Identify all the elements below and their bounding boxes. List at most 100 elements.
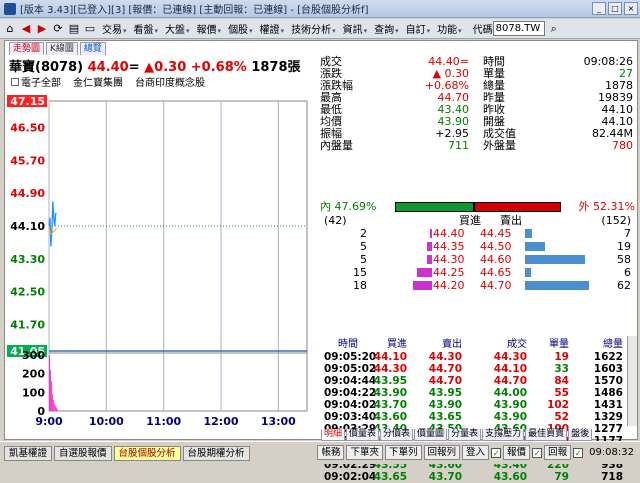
inner-ratio-bar <box>395 202 474 212</box>
tab-overview[interactable]: 總覽 <box>79 42 106 55</box>
tick-row[interactable]: 09:04:02 43.70 43.90 43.90 102 1431 <box>320 399 637 411</box>
print-icon[interactable]: ▤ <box>68 22 80 35</box>
menu-stock[interactable]: 個股 <box>226 21 255 36</box>
quote-status: 報價 <box>503 445 531 460</box>
tick-row[interactable]: 09:04:22 43.90 43.95 44.00 55 1486 <box>320 387 637 399</box>
concept-india[interactable]: 台商印度概念股 <box>135 74 205 89</box>
tick-deal: 44.70 <box>493 375 527 387</box>
tick-row[interactable]: 09:03:40 43.60 43.65 43.90 52 1329 <box>320 411 637 423</box>
col-ask: 賣出 <box>442 339 462 350</box>
order-book-row[interactable]: 18 44.20 44.70 62 <box>320 279 637 292</box>
intraday-trend-chart: 9:00 10:00 11:00 12:00 13:0047.1546.5045.704… <box>7 95 308 428</box>
tick-ask: 44.30 <box>428 351 462 363</box>
concept-kinpo-group[interactable]: 金仁寶集團 <box>73 74 123 89</box>
taskbar-kgi-warrant[interactable]: 凱基權證 <box>4 445 53 461</box>
menu-trade[interactable]: 交易 <box>100 21 129 36</box>
order-book-row[interactable]: 15 44.25 44.65 6 <box>320 266 637 279</box>
quote-row: 振幅 +2.95 成交值 82.44M <box>320 128 637 140</box>
bid-price: 44.20 <box>433 279 465 292</box>
tab-price-distribution[interactable]: 分價表 <box>380 429 414 441</box>
tab-after-hours[interactable]: 盤後 <box>568 429 593 441</box>
folder-icon[interactable]: ▭ <box>84 22 96 35</box>
back-icon[interactable]: ◀ <box>20 22 32 35</box>
order-book-row[interactable]: 5 44.30 44.60 58 <box>320 253 637 266</box>
price-tick-label: 44.10 <box>10 220 45 233</box>
taskbar-watchlist[interactable]: 自選股報價 <box>54 445 112 461</box>
ask-total: (152) <box>601 214 631 227</box>
tick-ask: 44.70 <box>428 363 462 375</box>
tick-single-vol: 79 <box>554 471 569 483</box>
tick-row[interactable]: 09:04:44 43.95 44.70 44.70 84 1570 <box>320 375 637 387</box>
quote-check-icon: ✓ <box>532 447 543 458</box>
tick-deal: 43.90 <box>493 399 527 411</box>
order-book-row[interactable]: 5 44.35 44.50 19 <box>320 240 637 253</box>
bid-qty: 5 <box>360 253 367 266</box>
stock-code-input[interactable] <box>492 21 545 36</box>
report-bar-button[interactable]: 回報列 <box>423 445 461 460</box>
concept-electronics[interactable]: 電子全部 <box>11 74 61 89</box>
forward-icon[interactable]: ▶ <box>36 22 48 35</box>
menu-technical[interactable]: 技術分析 <box>289 21 338 36</box>
tab-trend-chart[interactable]: 走勢圖 <box>9 42 45 55</box>
ask-qty: 19 <box>617 240 631 253</box>
quote-row: 均價 43.90 開盤 44.10 <box>320 116 637 128</box>
tick-single-vol: 84 <box>554 375 569 387</box>
tick-ask: 44.70 <box>428 375 462 387</box>
toolbar: ⌂ ◀ ▶ ⟳ ▤ ▭ 交易 看盤 大盤 報價 個股 權證 技術分析 資訊 查詢… <box>0 19 640 39</box>
close-icon[interactable]: × <box>624 2 638 15</box>
tick-bid: 43.60 <box>373 411 407 423</box>
ask-qty: 62 <box>617 279 631 292</box>
x-tick-label: 13:00 <box>261 415 296 428</box>
tab-kline-chart[interactable]: K線圖 <box>46 42 78 55</box>
tab-price-volume-table[interactable]: 價量表 <box>346 429 380 441</box>
report-status: 回報 <box>544 445 572 460</box>
tick-row[interactable]: 09:05:02 44.30 44.70 44.10 33 1603 <box>320 363 637 375</box>
search-icon[interactable]: ⌕ <box>548 22 560 35</box>
menu-custom[interactable]: 自訂 <box>404 21 433 36</box>
tick-deal: 43.60 <box>493 471 527 483</box>
order-folder-button[interactable]: 下單夾 <box>346 445 383 460</box>
tick-row[interactable]: 09:05:20 44.10 44.30 44.30 19 1622 <box>320 351 637 363</box>
maximize-icon[interactable]: □ <box>608 2 622 15</box>
tab-detail[interactable]: 明細 <box>321 429 346 441</box>
tick-ask: 43.65 <box>428 411 462 423</box>
minimize-icon[interactable]: _ <box>592 2 606 15</box>
tab-price-volume-chart[interactable]: 價量圖 <box>414 429 448 441</box>
tick-time: 09:04:22 <box>324 387 377 399</box>
menu-query[interactable]: 查詢 <box>372 21 401 36</box>
tick-bid: 43.95 <box>373 375 407 387</box>
tick-deal: 44.30 <box>493 351 527 363</box>
tab-volume-distribution[interactable]: 分量表 <box>448 429 482 441</box>
quote-panel: 成交 44.40= 時間 09:08:26 漲跌 ▲ 0.30 單量 27 漲跌幅 +0.68% 總… <box>320 56 637 483</box>
bid-qty: 15 <box>353 266 367 279</box>
tab-support-resistance[interactable]: 支撐壓力 <box>482 429 525 441</box>
x-tick-label: 10:00 <box>89 415 124 428</box>
order-bar-button[interactable]: 下單列 <box>385 445 422 460</box>
tick-bid: 44.10 <box>373 351 407 363</box>
menu-info[interactable]: 資訊 <box>341 21 370 36</box>
tick-row[interactable]: 09:02:04 43.65 43.70 43.60 79 718 <box>320 471 637 483</box>
menu-market[interactable]: 大盤 <box>163 21 192 36</box>
account-button[interactable]: 帳務 <box>317 445 345 460</box>
tick-ask: 43.70 <box>428 471 462 483</box>
tab-best-bid-ask[interactable]: 最佳買賣 <box>525 429 568 441</box>
taskbar-futures-options[interactable]: 台股期權分析 <box>182 445 250 461</box>
tick-time: 09:04:02 <box>324 399 377 411</box>
price-tick-label: 44.90 <box>10 187 45 200</box>
stock-header: 華寶(8078) 44.40= ▲0.30 +0.68% 1878張 <box>9 56 301 75</box>
quote-row: 成交 44.40= 時間 09:08:26 <box>320 56 637 68</box>
menu-warrant[interactable]: 權證 <box>258 21 287 36</box>
home-icon[interactable]: ⌂ <box>4 22 16 35</box>
status-bar: 凱基權證 自選股報價 台股個股分析 台股期權分析 帳務 下單夾 下單列 回報列 … <box>0 441 640 464</box>
menu-function[interactable]: 功能 <box>435 21 464 36</box>
tick-time: 09:05:20 <box>324 351 377 363</box>
tick-table-scrollbar[interactable] <box>627 336 637 426</box>
refresh-icon[interactable]: ⟳ <box>52 22 64 35</box>
taskbar-stock-analysis[interactable]: 台股個股分析 <box>113 445 181 461</box>
bid-price: 44.40 <box>433 227 465 240</box>
menu-quote[interactable]: 報價 <box>195 21 224 36</box>
order-book-row[interactable]: 2 44.40 44.45 7 <box>320 227 637 240</box>
menu-watch[interactable]: 看盤 <box>132 21 161 36</box>
ask-price: 44.60 <box>480 253 512 266</box>
tick-bid: 43.65 <box>373 471 407 483</box>
